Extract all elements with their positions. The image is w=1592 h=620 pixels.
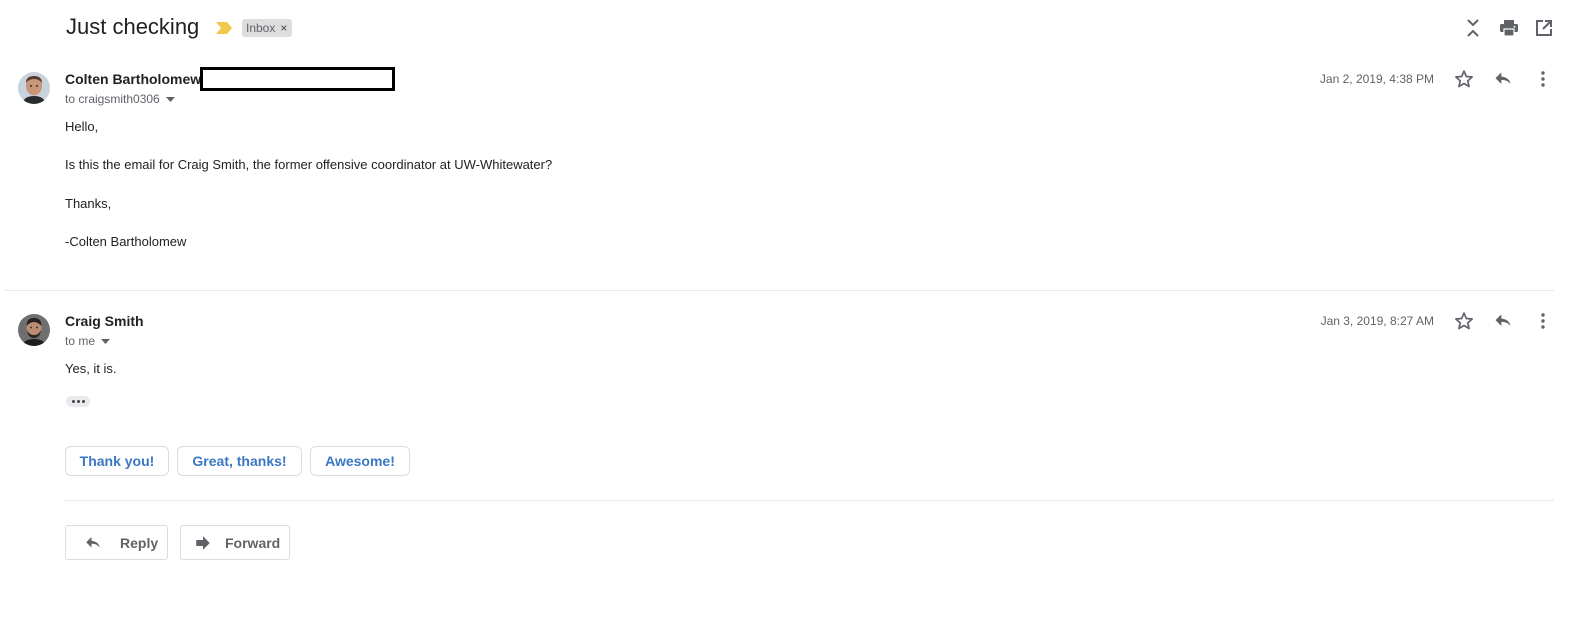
recipient-dropdown-icon[interactable]: [165, 96, 175, 102]
message-body-line: Hello,: [65, 119, 99, 134]
smart-reply-button[interactable]: Awesome!: [310, 446, 410, 476]
recipient-details[interactable]: to me: [65, 334, 111, 348]
collapse-all-icon[interactable]: [1461, 16, 1485, 40]
star-icon[interactable]: [1452, 309, 1476, 333]
recipient-text: to craigsmith0306: [65, 92, 160, 106]
star-icon[interactable]: [1452, 67, 1476, 91]
reply-button[interactable]: Reply: [65, 525, 168, 560]
label-chip-text: Inbox: [246, 21, 276, 35]
redacted-email-box: [200, 67, 395, 91]
smart-reply-button[interactable]: Great, thanks!: [177, 446, 302, 476]
print-icon[interactable]: [1497, 16, 1521, 40]
recipient-dropdown-icon[interactable]: [101, 338, 111, 344]
more-options-icon[interactable]: [1531, 67, 1555, 91]
forward-label: Forward: [225, 534, 281, 551]
message-body-line: Thanks,: [65, 196, 112, 211]
reply-section-divider: [64, 500, 1554, 501]
smart-reply-button[interactable]: Thank you!: [65, 446, 169, 476]
message-body-line: Is this the email for Craig Smith, the f…: [65, 157, 553, 172]
show-trimmed-content-button[interactable]: [66, 396, 90, 407]
message-body-line: Yes, it is.: [65, 361, 117, 376]
sender-name[interactable]: Colten Bartholomew: [65, 71, 201, 87]
email-subject: Just checking: [66, 14, 200, 39]
sender-name[interactable]: Craig Smith: [65, 313, 144, 329]
more-options-icon[interactable]: [1531, 309, 1555, 333]
open-in-new-window-icon[interactable]: [1532, 16, 1556, 40]
message-body-line: -Colten Bartholomew: [65, 234, 187, 249]
forward-icon: [194, 534, 212, 552]
reply-label: Reply: [120, 534, 159, 551]
forward-button[interactable]: Forward: [180, 525, 290, 560]
importance-marker-icon[interactable]: [216, 21, 233, 35]
reply-icon[interactable]: [1491, 309, 1515, 333]
recipient-text: to me: [65, 334, 96, 348]
avatar-craig[interactable]: [18, 314, 50, 346]
message-date: Jan 2, 2019, 4:38 PM: [1319, 72, 1434, 86]
avatar-colten[interactable]: [18, 72, 50, 104]
label-chip-inbox: Inbox ×: [242, 19, 293, 37]
message-date: Jan 3, 2019, 8:27 AM: [1320, 314, 1434, 328]
reply-icon[interactable]: [1491, 67, 1515, 91]
recipient-details[interactable]: to craigsmith0306: [65, 92, 175, 106]
remove-label-icon[interactable]: ×: [280, 21, 287, 35]
message-divider: [4, 290, 1554, 291]
reply-icon: [84, 534, 102, 552]
